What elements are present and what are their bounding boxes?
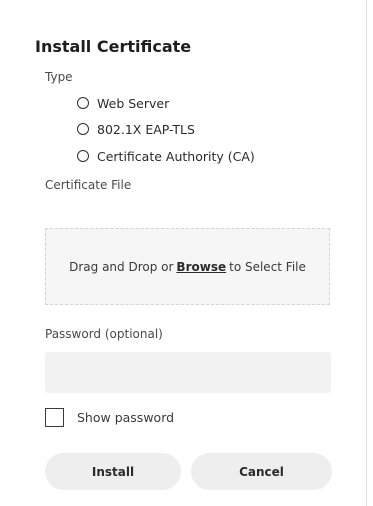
show-password-toggle[interactable]: Show password — [45, 407, 174, 427]
browse-link[interactable]: Browse — [176, 260, 226, 274]
certificate-file-dropzone[interactable]: Drag and Drop or Browse to Select File — [45, 228, 330, 305]
dropzone-prefix-text: Drag and Drop or — [69, 259, 174, 274]
dialog-title: Install Certificate — [35, 37, 192, 56]
radio-certificate-authority[interactable]: Certificate Authority (CA) — [77, 148, 255, 164]
dropzone-suffix-text: to Select File — [229, 259, 306, 274]
install-button[interactable]: Install — [45, 453, 181, 490]
radio-button-icon[interactable] — [77, 123, 89, 135]
radio-button-icon[interactable] — [77, 97, 89, 109]
panel-divider — [366, 0, 367, 506]
show-password-checkbox[interactable] — [45, 407, 64, 427]
radio-802-1x-eap-tls[interactable]: 802.1X EAP-TLS — [77, 121, 195, 137]
radio-button-icon[interactable] — [77, 150, 89, 162]
radio-label-web-server: Web Server — [97, 95, 170, 111]
install-certificate-dialog: Install Certificate Type Web Server 802.… — [0, 0, 366, 506]
password-input[interactable] — [45, 352, 331, 393]
radio-web-server[interactable]: Web Server — [77, 95, 169, 111]
cancel-button[interactable]: Cancel — [191, 453, 332, 490]
show-password-label: Show password — [77, 409, 175, 425]
certificate-file-label: Certificate File — [45, 178, 132, 192]
radio-label-802-1x-eap-tls: 802.1X EAP-TLS — [97, 121, 195, 137]
password-label: Password (optional) — [45, 327, 163, 341]
radio-label-certificate-authority: Certificate Authority (CA) — [97, 148, 255, 164]
type-label: Type — [45, 70, 73, 84]
